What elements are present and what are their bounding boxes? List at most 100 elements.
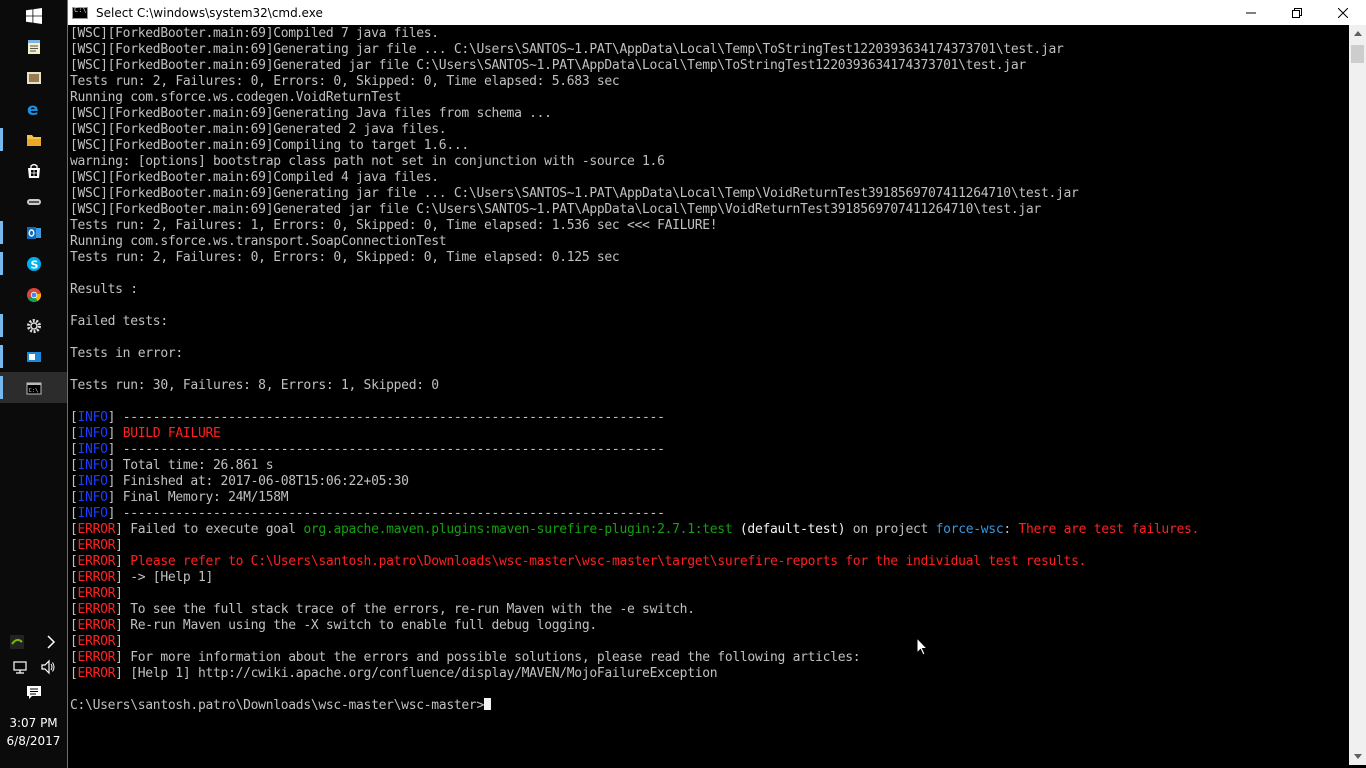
- taskbar-store[interactable]: [0, 155, 67, 186]
- console-text: [: [70, 602, 78, 617]
- console-text: Tests in error:: [70, 346, 183, 361]
- taskbar-app-2[interactable]: [0, 186, 67, 217]
- vertical-scrollbar[interactable]: [1349, 25, 1366, 765]
- taskbar-app[interactable]: [0, 62, 67, 93]
- close-button[interactable]: [1320, 0, 1366, 25]
- close-icon: [1338, 7, 1348, 18]
- console-text: ERROR: [77, 634, 116, 649]
- console-text: [: [70, 426, 78, 441]
- console-text: [WSC][ForkedBooter.main:69]Compiled 7 ja…: [70, 26, 439, 41]
- text-cursor: [483, 698, 491, 710]
- clock-time[interactable]: 3:07 PM: [0, 716, 67, 730]
- console-text: [WSC][ForkedBooter.main:69]Compiled 4 ja…: [70, 170, 439, 185]
- console-line: Running com.sforce.ws.codegen.VoidReturn…: [70, 90, 1348, 106]
- taskbar-cmd[interactable]: C:\: [0, 372, 67, 403]
- console-line: [ERROR] Re-run Maven using the -X switch…: [70, 618, 1348, 634]
- console-text: Tests run: 2, Failures: 1, Errors: 0, Sk…: [70, 218, 718, 233]
- console-text: ]: [115, 554, 131, 569]
- taskbar-skype[interactable]: S: [0, 248, 67, 279]
- taskbar-outlook-2[interactable]: [0, 341, 67, 372]
- console-line: [ERROR] [Help 1] http://cwiki.apache.org…: [70, 666, 1348, 682]
- console-line: [ERROR]: [70, 634, 1348, 650]
- volume-icon: [41, 659, 55, 674]
- restore-button[interactable]: [1274, 0, 1320, 25]
- console-text: ]: [115, 634, 123, 649]
- taskbar-notepad[interactable]: [0, 31, 67, 62]
- skype-icon: S: [26, 256, 41, 271]
- arrow-up-icon: [1353, 31, 1362, 36]
- console-text: Running com.sforce.ws.transport.SoapConn…: [70, 234, 447, 249]
- console-text: [WSC][ForkedBooter.main:69]Compiling to …: [70, 138, 469, 153]
- store-icon: [27, 163, 40, 178]
- taskbar-chrome[interactable]: [0, 279, 67, 310]
- tray-action-center[interactable]: [0, 676, 67, 707]
- console-text: ]: [107, 426, 123, 441]
- console-line: [WSC][ForkedBooter.main:69]Generating ja…: [70, 42, 1348, 58]
- console-text: INFO: [77, 442, 108, 457]
- console-text: ] For more information about the errors …: [115, 650, 861, 665]
- console-line: Running com.sforce.ws.transport.SoapConn…: [70, 234, 1348, 250]
- console-text: [WSC][ForkedBooter.main:69]Generating Ja…: [70, 106, 552, 121]
- console-line: [WSC][ForkedBooter.main:69]Generated 2 j…: [70, 122, 1348, 138]
- scroll-up-button[interactable]: [1349, 25, 1366, 42]
- console-text: :: [1003, 522, 1019, 537]
- taskbar-outlook[interactable]: [0, 217, 67, 248]
- console-line: [WSC][ForkedBooter.main:69]Compiling to …: [70, 138, 1348, 154]
- arrow-down-icon: [1353, 754, 1362, 759]
- console-line: Tests run: 30, Failures: 8, Errors: 1, S…: [70, 378, 1348, 394]
- taskbar-file-explorer[interactable]: [0, 124, 67, 155]
- console-line: Results :: [70, 282, 1348, 298]
- console-text: Tests run: 2, Failures: 0, Errors: 0, Sk…: [70, 250, 620, 265]
- console-text: ERROR: [77, 602, 116, 617]
- console-text: [WSC][ForkedBooter.main:69]Generating ja…: [70, 186, 1079, 201]
- console-line: [ERROR] Failed to execute goal org.apach…: [70, 522, 1348, 538]
- taskbar-edge[interactable]: e: [0, 93, 67, 124]
- console-text: Failed tests:: [70, 314, 168, 329]
- console-text: [: [70, 554, 78, 569]
- console-text: Running com.sforce.ws.codegen.VoidReturn…: [70, 90, 402, 105]
- console-text: [WSC][ForkedBooter.main:69]Generated jar…: [70, 58, 1026, 73]
- console-text: [: [70, 650, 78, 665]
- console-line: [INFO] ---------------------------------…: [70, 410, 1348, 426]
- console-text: Tests run: 2, Failures: 0, Errors: 0, Sk…: [70, 74, 620, 89]
- console-text: [: [70, 442, 78, 457]
- taskbar-settings[interactable]: [0, 310, 67, 341]
- console-line: warning: [options] bootstrap class path …: [70, 154, 1348, 170]
- console-line: Tests in error:: [70, 346, 1348, 362]
- console-text: ERROR: [77, 618, 116, 633]
- console-text: ] --------------------------------------…: [107, 442, 665, 457]
- svg-text:C:\: C:\: [28, 388, 38, 394]
- console-text: [: [70, 474, 78, 489]
- console-text: [WSC][ForkedBooter.main:69]Generated jar…: [70, 202, 1041, 217]
- title-bar[interactable]: Select C:\windows\system32\cmd.exe: [68, 0, 1366, 25]
- console-line: [WSC][ForkedBooter.main:69]Generated jar…: [70, 58, 1348, 74]
- console-text: INFO: [77, 458, 108, 473]
- console-output[interactable]: [WSC][ForkedBooter.main:69]Compiled 7 ja…: [70, 25, 1348, 765]
- cmd-icon[interactable]: [72, 6, 88, 19]
- start-button[interactable]: [0, 0, 67, 31]
- console-text: [: [70, 570, 78, 585]
- clock-date[interactable]: 6/8/2017: [0, 734, 67, 748]
- console-text: ] --------------------------------------…: [107, 410, 665, 425]
- cmd-window: Select C:\windows\system32\cmd.exe [WSC]…: [67, 0, 1366, 768]
- console-line: Tests run: 2, Failures: 1, Errors: 0, Sk…: [70, 218, 1348, 234]
- console-text: INFO: [77, 410, 108, 425]
- console-text: INFO: [77, 490, 108, 505]
- scroll-thumb[interactable]: [1351, 45, 1364, 63]
- console-text: INFO: [77, 474, 108, 489]
- console-text: on project: [845, 522, 936, 537]
- scroll-down-button[interactable]: [1349, 748, 1366, 765]
- console-text: ERROR: [77, 570, 116, 585]
- console-line: [ERROR] Please refer to C:\Users\santosh…: [70, 554, 1348, 570]
- console-text: ]: [115, 586, 123, 601]
- network-icon: [13, 660, 27, 674]
- console-line: [ERROR] For more information about the e…: [70, 650, 1348, 666]
- svg-text:S: S: [30, 258, 38, 271]
- console-line: Tests run: 2, Failures: 0, Errors: 0, Sk…: [70, 74, 1348, 90]
- minimize-button[interactable]: [1228, 0, 1274, 25]
- outlook-icon: [26, 351, 41, 362]
